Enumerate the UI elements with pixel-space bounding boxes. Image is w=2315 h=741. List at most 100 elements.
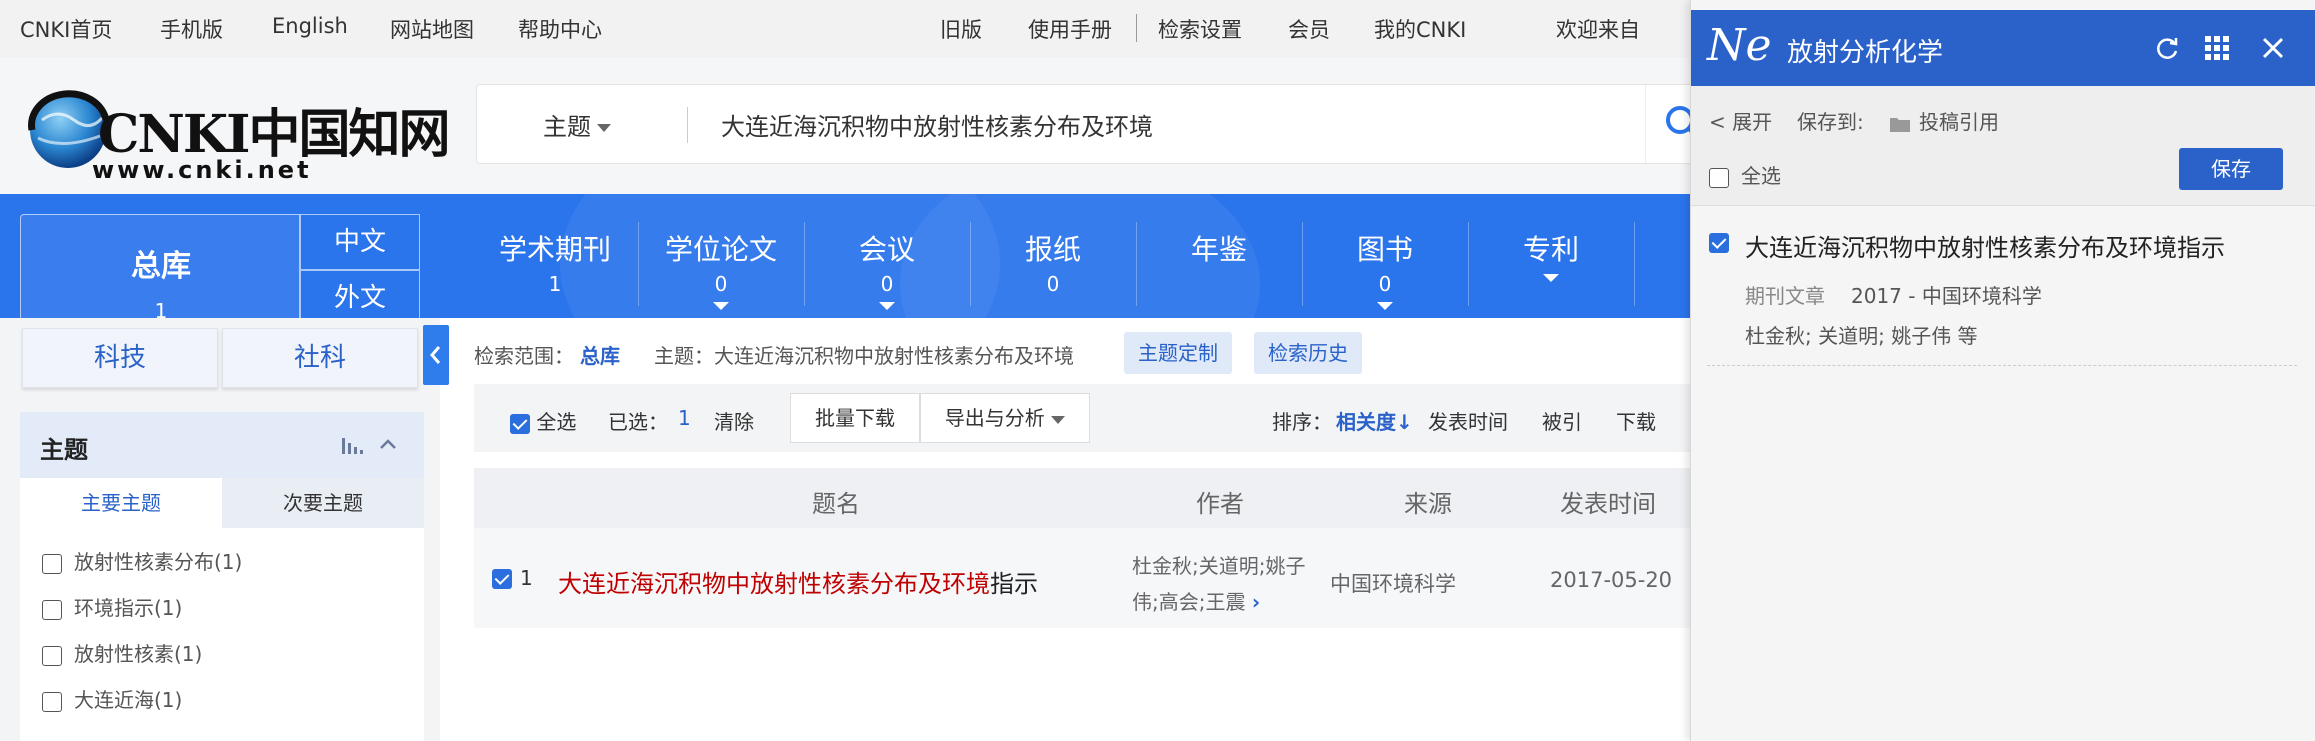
select-all-label: 全选 — [536, 410, 577, 434]
grid-icon[interactable] — [2203, 34, 2231, 62]
export-analysis-button[interactable]: 导出与分析 — [920, 393, 1090, 443]
checkbox-checked[interactable] — [1709, 232, 1729, 253]
theme-facet-header[interactable]: 主题 — [20, 412, 424, 478]
selected-count[interactable]: 1 — [678, 406, 691, 430]
link-search-settings[interactable]: 检索设置 — [1158, 14, 1242, 44]
tab-foreign[interactable]: 外文 — [300, 270, 420, 318]
refresh-icon[interactable] — [2153, 34, 2181, 62]
checkbox[interactable] — [1709, 167, 1729, 188]
tab-social-science[interactable]: 社科 — [222, 328, 418, 388]
facet-label: 放射性核素(1) — [74, 642, 203, 666]
select-all[interactable]: 全选 — [510, 406, 576, 435]
folder-selector[interactable]: 投稿引用 — [1889, 106, 1999, 135]
result-source[interactable]: 中国环境科学 — [1330, 568, 1456, 598]
collapse-sidebar-button[interactable] — [423, 325, 449, 385]
expand-button[interactable]: < 展开 — [1709, 106, 1772, 135]
tab-secondary-theme[interactable]: 次要主题 — [222, 478, 424, 528]
link-manual[interactable]: 使用手册 — [1028, 14, 1112, 44]
nav-label: 专利 — [1522, 233, 1579, 266]
tab-conferences[interactable]: 会议 0 — [804, 228, 970, 310]
caret-down-icon — [1543, 274, 1559, 282]
close-icon[interactable] — [2259, 34, 2287, 62]
facet-item[interactable]: 放射性核素(1) — [42, 638, 202, 667]
checkbox-checked[interactable] — [492, 568, 512, 589]
checkbox[interactable] — [42, 599, 62, 620]
search-history-button[interactable]: 检索历史 — [1254, 332, 1362, 374]
scope-theme: 主题：大连近海沉积物中放射性核素分布及环境 — [654, 344, 1074, 368]
table-row[interactable]: 1 大连近海沉积物中放射性核素分布及环境指示 杜金秋;关道明;姚子 伟;高会;王… — [474, 528, 1690, 628]
theme-subtabs: 主要主题 次要主题 — [20, 478, 424, 528]
nav-label: 年鉴 — [1190, 233, 1247, 266]
chevron-right-icon[interactable]: › — [1252, 590, 1260, 614]
tab-yearbooks[interactable]: 年鉴 — [1136, 228, 1302, 272]
link-sitemap[interactable]: 网站地图 — [390, 14, 474, 44]
theme-facet-list: 放射性核素分布(1) 环境指示(1) 放射性核素(1) 大连近海(1) — [20, 528, 424, 741]
tab-main-theme[interactable]: 主要主题 — [20, 478, 222, 528]
topbar-divider — [1136, 14, 1137, 42]
sort-publish-time[interactable]: 发表时间 — [1428, 406, 1508, 435]
tab-patents[interactable]: 专利 — [1468, 228, 1634, 282]
side-select-all[interactable]: 全选 — [1709, 160, 1781, 189]
nav-label: 报纸 — [1024, 233, 1081, 266]
cnki-logo[interactable]: CNKI中国知网 www.cnki.net — [22, 80, 450, 190]
clear-button[interactable]: 清除 — [714, 406, 754, 435]
batch-download-button[interactable]: 批量下载 — [790, 393, 920, 443]
tab-chinese[interactable]: 中文 — [300, 214, 420, 270]
saved-entry[interactable]: 大连近海沉积物中放射性核素分布及环境指示 期刊文章 2017 - 中国环境科学 … — [1707, 206, 2297, 366]
checkbox-checked[interactable] — [510, 413, 530, 434]
results-area: 检索范围： 总库 主题：大连近海沉积物中放射性核素分布及环境 主题定制 检索历史… — [474, 318, 1690, 741]
row-checkbox[interactable] — [492, 568, 512, 589]
tab-journals[interactable]: 学术期刊 1 — [472, 228, 638, 296]
link-english[interactable]: English — [272, 14, 348, 38]
ne-logo: Ne — [1707, 20, 1772, 71]
link-old-version[interactable]: 旧版 — [940, 14, 982, 44]
tab-newspapers[interactable]: 报纸 0 — [970, 228, 1136, 296]
link-help[interactable]: 帮助中心 — [518, 14, 602, 44]
nav-label: 会议 — [858, 233, 915, 266]
total-library-label: 总库 — [131, 249, 191, 284]
result-authors-line1[interactable]: 杜金秋;关道明;姚子 — [1132, 550, 1305, 579]
facet-item[interactable]: 大连近海(1) — [42, 684, 182, 713]
facet-label: 大连近海(1) — [74, 688, 183, 712]
facet-item[interactable]: 环境指示(1) — [42, 592, 182, 621]
tab-science[interactable]: 科技 — [22, 328, 218, 388]
authors-line2-text: 伟;高会;王震 — [1132, 590, 1246, 614]
search-input[interactable]: 大连近海沉积物中放射性核素分布及环境 — [721, 107, 1153, 142]
link-member[interactable]: 会员 — [1288, 14, 1330, 44]
results-toolbar: 全选 已选： 1 清除 批量下载 导出与分析 排序： 相关度↓ 发表时间 被引 … — [474, 384, 1690, 452]
nav-divider — [1634, 222, 1635, 306]
tab-dissertations[interactable]: 学位论文 0 — [638, 228, 804, 310]
nav-count: 0 — [1378, 272, 1392, 296]
nav-label: 图书 — [1356, 233, 1413, 266]
checkbox[interactable] — [42, 553, 62, 574]
nav-count: 0 — [1046, 272, 1060, 296]
caret-down-icon — [713, 302, 729, 310]
entry-title[interactable]: 大连近海沉积物中放射性核素分布及环境指示 — [1745, 228, 2225, 263]
tab-total-library[interactable]: 总库 1 — [20, 214, 300, 318]
search-divider — [687, 107, 688, 143]
link-my-cnki[interactable]: 我的CNKI — [1374, 14, 1466, 44]
theme-custom-button[interactable]: 主题定制 — [1124, 332, 1232, 374]
filter-sidebar: 科技 社科 主题 主要主题 次要主题 放射性核素分布(1) 环境指示(1) 放射… — [0, 318, 440, 741]
entry-checkbox[interactable] — [1709, 232, 1729, 253]
sort-relevance[interactable]: 相关度↓ — [1336, 406, 1413, 435]
tab-books[interactable]: 图书 0 — [1302, 228, 1468, 310]
result-authors-line2[interactable]: 伟;高会;王震 › — [1132, 586, 1260, 615]
link-cnki-home[interactable]: CNKI首页 — [20, 14, 112, 44]
chevron-down-icon — [597, 124, 611, 132]
nav-count: 1 — [548, 272, 562, 296]
sort-cited[interactable]: 被引 — [1542, 406, 1582, 435]
link-mobile[interactable]: 手机版 — [160, 14, 223, 44]
scope-value[interactable]: 总库 — [580, 340, 620, 369]
chevron-up-icon[interactable] — [378, 436, 398, 452]
checkbox[interactable] — [42, 691, 62, 712]
folder-icon — [1890, 117, 1910, 132]
col-title: 题名 — [812, 490, 860, 518]
save-button[interactable]: 保存 — [2179, 148, 2283, 190]
bar-chart-icon[interactable] — [340, 434, 364, 456]
result-title-link[interactable]: 大连近海沉积物中放射性核素分布及环境指示 — [558, 564, 1038, 599]
sort-downloads[interactable]: 下载 — [1616, 406, 1656, 435]
checkbox[interactable] — [42, 645, 62, 666]
facet-item[interactable]: 放射性核素分布(1) — [42, 546, 242, 575]
search-field-select[interactable]: 主题 — [543, 107, 611, 142]
